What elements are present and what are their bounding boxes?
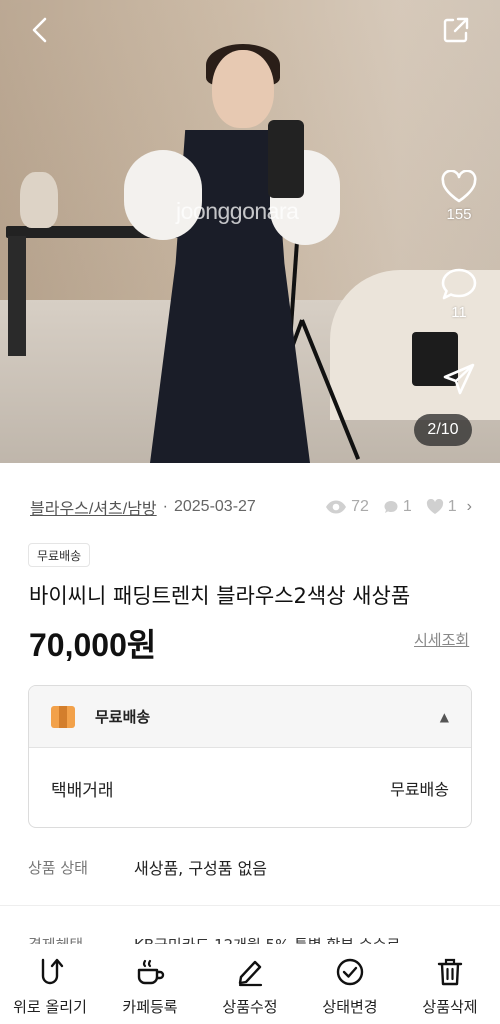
price-check-link[interactable]: 시세조회 xyxy=(414,629,469,650)
share-button[interactable] xyxy=(436,10,476,50)
pencil-icon xyxy=(238,960,263,987)
bump-button[interactable]: 위로 올리기 xyxy=(0,944,100,1024)
photo-phone xyxy=(268,120,304,198)
shipping-box: 무료배송 ▲ 택배거래 무료배송 xyxy=(28,685,472,828)
cup-icon xyxy=(137,959,165,985)
shipping-method-row: 택배거래 무료배송 xyxy=(29,748,471,827)
send-button[interactable] xyxy=(430,362,488,396)
category-link[interactable]: 블라우스/셔츠/남방 xyxy=(30,495,157,519)
check-circle-icon xyxy=(336,958,364,986)
bump-arrow-icon xyxy=(41,958,64,985)
chat-small-icon xyxy=(384,501,398,513)
view-count: 72 xyxy=(351,498,369,515)
bottom-toolbar: 위로 올리기 카페등록 상품수정 상태변경 상품삭제 xyxy=(0,944,500,1024)
separator-dot: · xyxy=(162,498,168,515)
share-external-icon xyxy=(443,17,469,43)
edit-product-label: 상품수정 xyxy=(222,998,278,1016)
heart-icon xyxy=(441,170,477,203)
trash-icon xyxy=(437,958,463,986)
like-button[interactable]: 155 xyxy=(430,170,488,223)
back-button[interactable] xyxy=(20,10,60,50)
product-image[interactable]: joonggonara 155 11 2/10 xyxy=(0,0,500,463)
product-title: 바이씨니 패딩트렌치 블라우스2색상 새상품 xyxy=(29,584,411,608)
page-indicator: 2/10 xyxy=(414,414,472,446)
back-arrow-icon xyxy=(32,17,47,43)
box-icon xyxy=(51,705,75,728)
photo-sleeve xyxy=(124,150,202,240)
shipping-method-value: 무료배송 xyxy=(390,780,449,799)
post-date: 2025-03-27 xyxy=(173,498,256,515)
comment-count: 11 xyxy=(451,304,467,321)
caret-up-icon[interactable]: ▲ xyxy=(440,710,449,724)
chat-bubble-icon xyxy=(441,268,477,300)
edit-product-button[interactable]: 상품수정 xyxy=(200,944,300,1024)
chat-count: 1 xyxy=(402,498,412,515)
condition-row: 상품 상태 새상품, 구성품 없음 xyxy=(28,854,472,880)
cafe-register-label: 카페등록 xyxy=(122,998,178,1016)
heart-small-icon xyxy=(426,499,443,514)
shipping-header[interactable]: 무료배송 ▲ xyxy=(29,686,471,748)
condition-value: 새상품, 구성품 없음 xyxy=(134,859,268,878)
eye-icon xyxy=(326,500,347,514)
change-status-label: 상태변경 xyxy=(322,998,378,1016)
photo-vase xyxy=(20,172,58,228)
meta-row: 블라우스/셔츠/남방 · 2025-03-27 72 1 1 › xyxy=(30,494,472,520)
bump-label: 위로 올리기 xyxy=(13,998,87,1016)
change-status-button[interactable]: 상태변경 xyxy=(300,944,400,1024)
photo-face xyxy=(212,50,274,128)
cafe-register-button[interactable]: 카페등록 xyxy=(100,944,200,1024)
condition-label: 상품 상태 xyxy=(28,858,88,877)
like-count: 155 xyxy=(446,206,472,223)
delete-product-button[interactable]: 상품삭제 xyxy=(400,944,500,1024)
photo-table-leg xyxy=(8,236,26,356)
free-shipping-tag: 무료배송 xyxy=(28,543,91,567)
stats[interactable]: 72 1 1 › xyxy=(325,498,472,516)
delete-product-label: 상품삭제 xyxy=(422,998,478,1016)
shipping-header-label: 무료배송 xyxy=(95,708,151,726)
divider xyxy=(0,905,500,906)
watermark: joonggonara xyxy=(176,198,299,224)
shipping-method-label: 택배거래 xyxy=(51,780,114,801)
chevron-right-icon: › xyxy=(466,498,472,515)
like-small-count: 1 xyxy=(447,498,457,515)
comment-button[interactable]: 11 xyxy=(430,266,488,321)
product-price: 70,000원 xyxy=(29,627,157,663)
paper-plane-icon xyxy=(443,363,475,395)
